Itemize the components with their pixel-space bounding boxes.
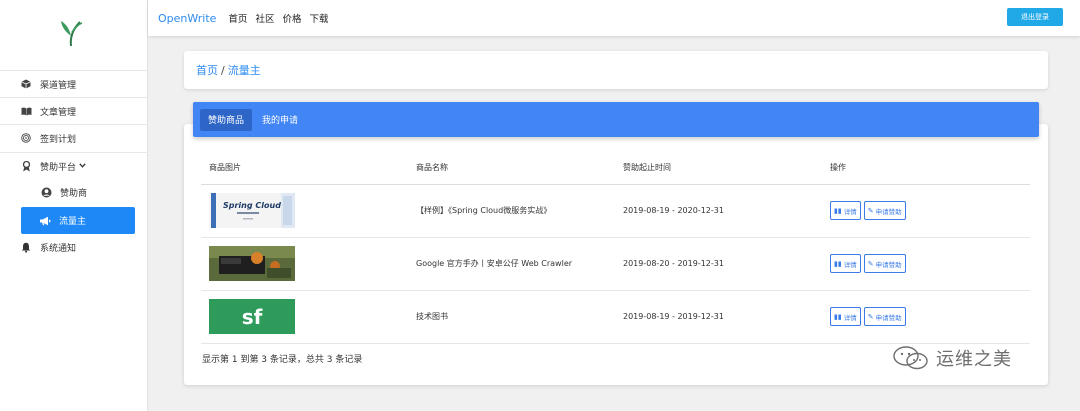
sidebar-item-label: 流量主 xyxy=(59,217,87,227)
detail-button[interactable]: ▮▮ 详情 xyxy=(830,201,861,220)
sidebar-item-label: 赞助商 xyxy=(60,189,88,199)
table-header-row: 商品图片 商品名称 赞助起止时间 操作 xyxy=(201,152,1030,185)
nav-link-community[interactable]: 社区 xyxy=(255,11,274,25)
product-name: 技术图书 xyxy=(408,290,615,344)
tab-sponsor-products[interactable]: 赞助商品 xyxy=(200,108,253,131)
sidebar-item-label: 赞助平台 xyxy=(40,162,77,173)
sidebar: 渠道管理 文章管理 签到计划 赞助平台 赞助商 流量主 系统通知 xyxy=(0,0,148,411)
table-row: sf 技术图书 2019-08-19 - 2019-12-31 ▮▮ 详情 ✎ 申请… xyxy=(201,290,1030,344)
tab-bar: 赞助商品 我的申请 xyxy=(193,102,1039,137)
column-header: 操作 xyxy=(822,152,1030,185)
breadcrumb: 首页 / 流量主 xyxy=(184,51,1048,89)
nav-link-download[interactable]: 下载 xyxy=(309,11,328,25)
thumb-title: Spring Cloud xyxy=(223,201,281,210)
sidebar-item-articles[interactable]: 文章管理 xyxy=(0,97,148,124)
apply-sponsor-button[interactable]: ✎ 申请赞助 xyxy=(863,201,906,220)
book-icon: ▮▮ xyxy=(834,259,842,268)
pagination-summary: 显示第 1 到第 3 条记录，总共 3 条记录 xyxy=(202,355,363,365)
nav-link-home[interactable]: 首页 xyxy=(228,11,247,25)
sidebar-item-label: 渠道管理 xyxy=(40,80,77,91)
column-header: 商品名称 xyxy=(408,152,615,185)
target-icon xyxy=(20,132,32,144)
tab-my-applications[interactable]: 我的申请 xyxy=(254,109,306,131)
top-navbar: OpenWrite 首页 社区 价格 下载 退出登录 xyxy=(148,0,1080,36)
sidebar-item-channels[interactable]: 渠道管理 xyxy=(0,70,148,97)
sidebar-item-traffic-owner[interactable]: 流量主 xyxy=(21,207,135,234)
chevron-down-icon xyxy=(79,161,86,171)
table-row: Google 官方手办丨安卓公仔 Web Crawler 2019-08-20 … xyxy=(201,237,1030,291)
breadcrumb-home[interactable]: 首页 xyxy=(196,62,218,78)
wechat-icon xyxy=(893,346,928,370)
cube-icon xyxy=(20,78,32,90)
book-icon xyxy=(20,105,32,117)
thumb-logo-text: sf xyxy=(242,305,263,329)
sponsor-period: 2019-08-19 - 2019-12-31 xyxy=(615,290,822,344)
sponsor-period: 2019-08-20 - 2019-12-31 xyxy=(615,237,822,291)
sidebar-item-notifications[interactable]: 系统通知 xyxy=(0,234,148,261)
pencil-icon: ✎ xyxy=(867,312,874,321)
detail-button[interactable]: ▮▮ 详情 xyxy=(830,254,861,273)
brand-link[interactable]: OpenWrite xyxy=(158,12,216,25)
column-header: 商品图片 xyxy=(201,152,408,185)
product-name: 【样例】《Spring Cloud微服务实战》 xyxy=(408,184,615,238)
products-table: 商品图片 商品名称 赞助起止时间 操作 Spring Cloud 【样例】《Sp… xyxy=(201,152,1030,344)
nav-link-pricing[interactable]: 价格 xyxy=(282,11,301,25)
sidebar-item-checkin[interactable]: 签到计划 xyxy=(0,124,148,151)
apply-sponsor-button[interactable]: ✎ 申请赞助 xyxy=(863,307,906,326)
watermark: 运维之美 xyxy=(892,345,1012,371)
product-thumbnail-toy xyxy=(209,246,295,281)
product-thumbnail-book: Spring Cloud xyxy=(209,193,295,228)
breadcrumb-current: 流量主 xyxy=(227,64,261,77)
book-icon: ▮▮ xyxy=(834,206,842,215)
ribbon-icon xyxy=(20,160,32,172)
logout-button[interactable]: 退出登录 xyxy=(1007,8,1063,26)
bell-icon xyxy=(20,242,32,254)
sidebar-item-label: 签到计划 xyxy=(40,134,77,145)
breadcrumb-separator: / xyxy=(221,63,225,77)
sidebar-item-sponsors[interactable]: 赞助商 xyxy=(0,179,148,206)
table-row: Spring Cloud 【样例】《Spring Cloud微服务实战》 201… xyxy=(201,184,1030,238)
megaphone-icon xyxy=(39,215,51,227)
product-name: Google 官方手办丨安卓公仔 Web Crawler xyxy=(408,237,615,291)
sidebar-item-label: 文章管理 xyxy=(40,107,77,118)
sponsor-period: 2019-08-19 - 2020-12-31 xyxy=(615,184,822,238)
sidebar-item-sponsor-platform[interactable]: 赞助平台 xyxy=(0,152,148,179)
pencil-icon: ✎ xyxy=(867,206,874,215)
watermark-text: 运维之美 xyxy=(936,349,1012,370)
pencil-icon: ✎ xyxy=(867,259,874,268)
sidebar-item-label: 系统通知 xyxy=(40,244,77,254)
logo-icon xyxy=(61,21,83,47)
apply-sponsor-button[interactable]: ✎ 申请赞助 xyxy=(863,254,906,273)
book-icon: ▮▮ xyxy=(834,312,842,321)
user-circle-icon xyxy=(40,187,52,199)
column-header: 赞助起止时间 xyxy=(615,152,822,185)
product-thumbnail-sf: sf xyxy=(209,299,295,334)
detail-button[interactable]: ▮▮ 详情 xyxy=(830,307,861,326)
